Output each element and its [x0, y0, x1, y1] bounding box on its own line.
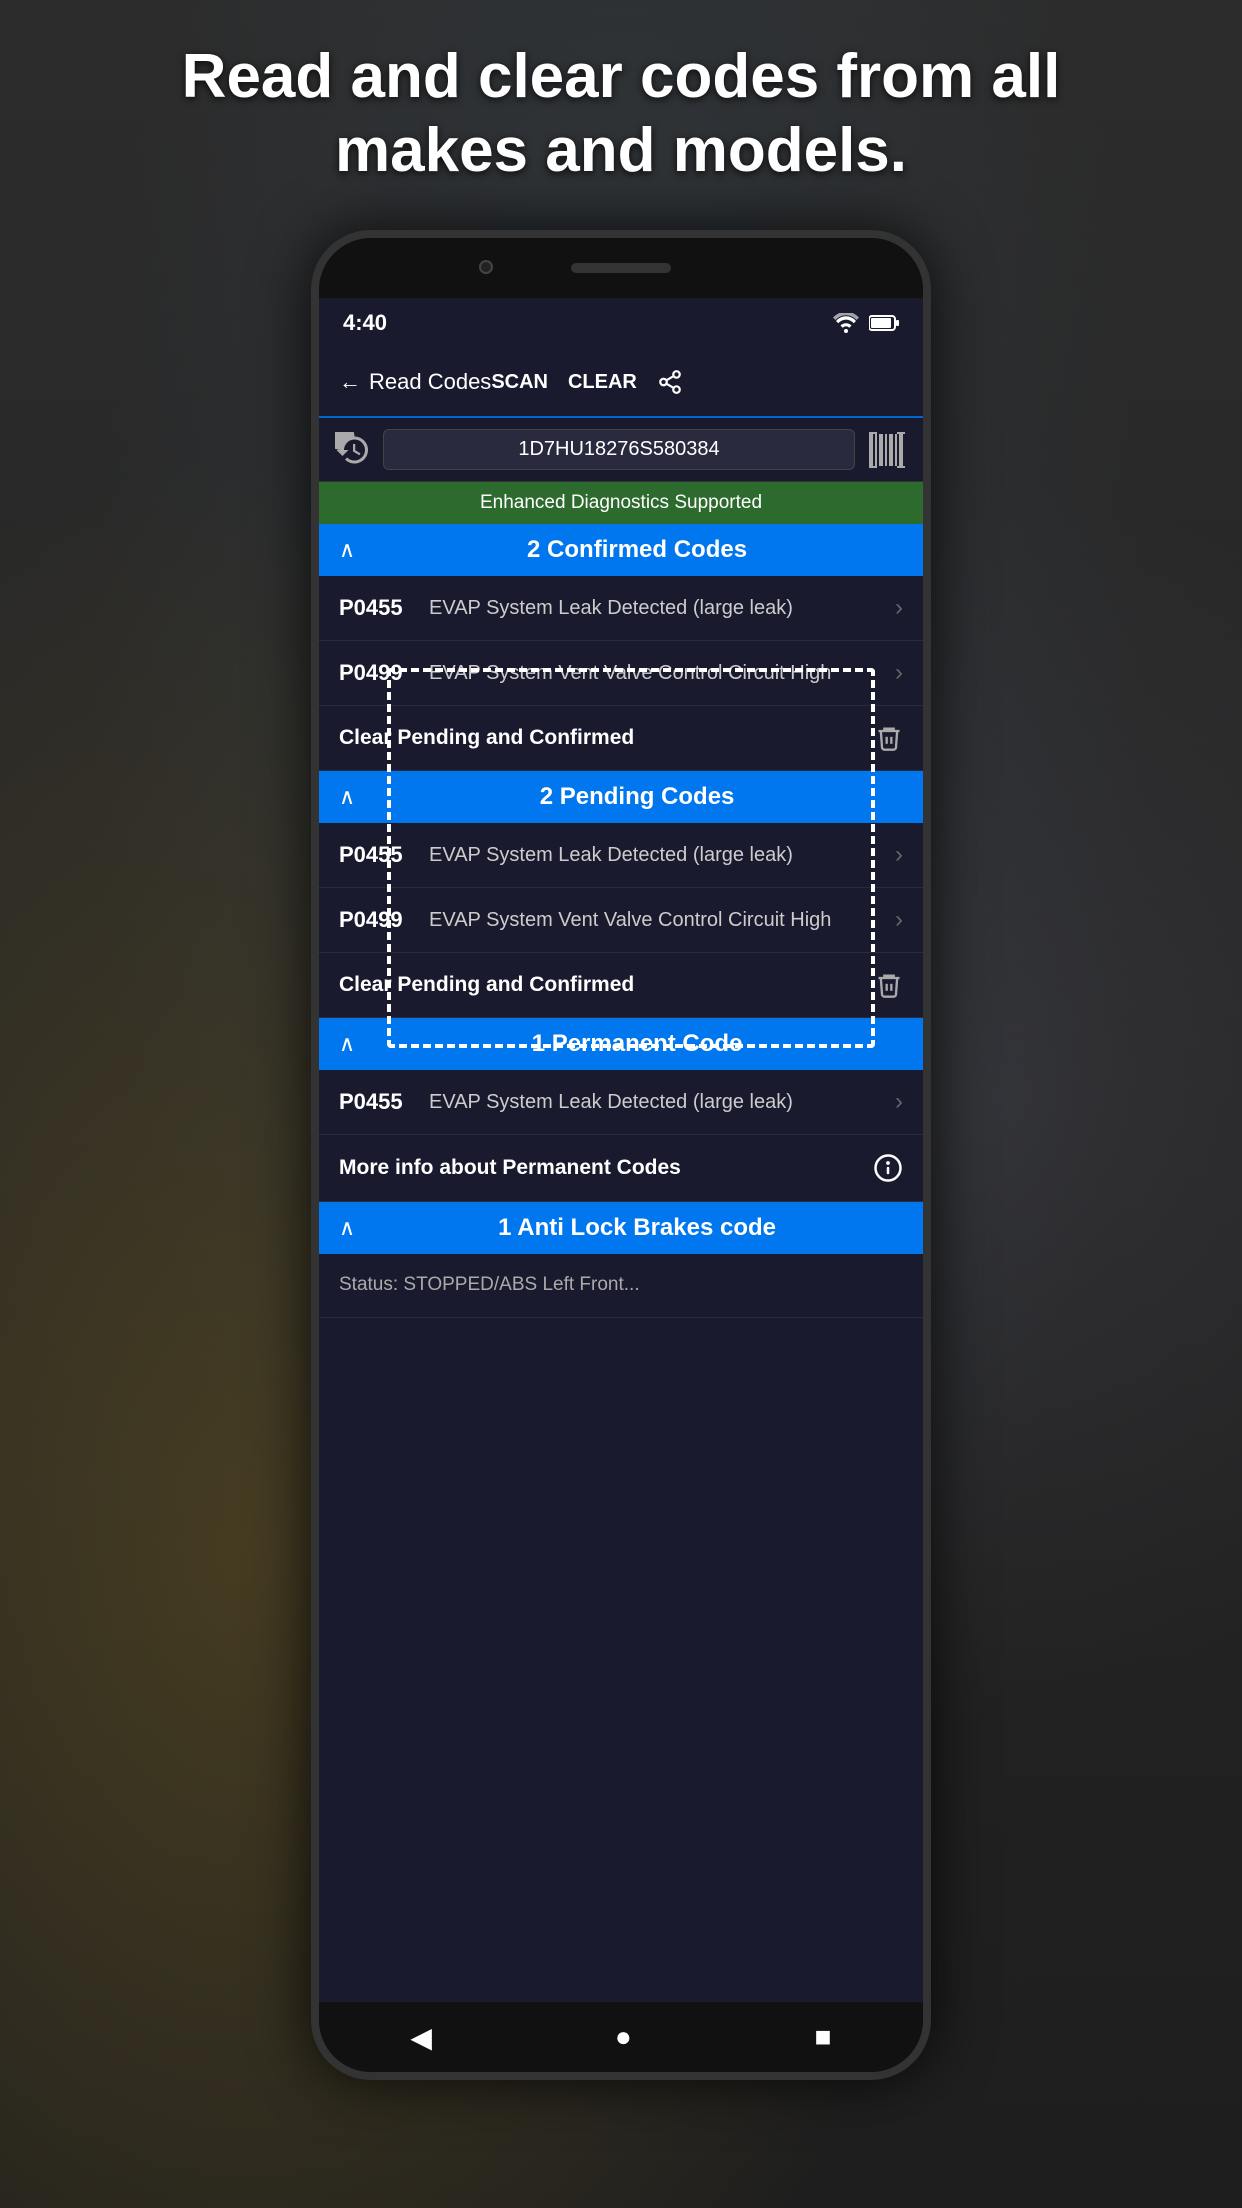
permanent-code-desc-0: EVAP System Leak Detected (large leak) [429, 1088, 885, 1116]
pending-chevron-icon: ∧ [339, 784, 355, 810]
permanent-code-id-0: P0455 [339, 1089, 429, 1115]
pending-code-desc-0: EVAP System Leak Detected (large leak) [429, 841, 885, 869]
battery-icon [869, 314, 899, 332]
status-right [833, 313, 899, 333]
clear-button[interactable]: CLEAR [568, 371, 637, 394]
confirmed-code-row-1[interactable]: P0499 EVAP System Vent Valve Control Cir… [319, 641, 923, 706]
pending-code-id-0: P0455 [339, 842, 429, 868]
pending-code-row-0[interactable]: P0455 EVAP System Leak Detected (large l… [319, 823, 923, 888]
permanent-info-row[interactable]: More info about Permanent Codes [319, 1135, 923, 1202]
app-header: ← Read Codes SCAN CLEAR [319, 348, 923, 418]
confirmed-codes-label: 2 Confirmed Codes [371, 536, 903, 564]
pending-clear-label: Clear Pending and Confirmed [339, 973, 634, 997]
phone-speaker [571, 263, 671, 273]
back-icon: ← [339, 369, 361, 395]
permanent-code-arrow-0: › [885, 1088, 903, 1116]
nav-home-button[interactable]: ● [595, 2011, 652, 2063]
phone-camera [479, 260, 493, 274]
scan-button[interactable]: SCAN [491, 371, 548, 394]
abs-codes-header[interactable]: ∧ 1 Anti Lock Brakes code [319, 1202, 923, 1254]
confirmed-code-desc-1: EVAP System Vent Valve Control Circuit H… [429, 659, 885, 687]
pending-code-arrow-1: › [885, 906, 903, 934]
nav-back-button[interactable]: ◀ [390, 2011, 452, 2064]
nav-recents-button[interactable]: ■ [795, 2011, 852, 2063]
header-actions: SCAN CLEAR [491, 369, 683, 395]
pending-code-id-1: P0499 [339, 907, 429, 933]
phone-frame: 4:40 ← Read Codes SCAN CLEAR [311, 230, 931, 2080]
pending-code-arrow-0: › [885, 841, 903, 869]
scroll-content[interactable]: Enhanced Diagnostics Supported ∧ 2 Confi… [319, 482, 923, 2002]
status-time: 4:40 [343, 310, 387, 336]
barcode-icon[interactable] [867, 432, 907, 468]
confirmed-code-id-0: P0455 [339, 595, 429, 621]
abs-partial-desc: Status: STOPPED/ABS Left Front... [339, 1272, 903, 1299]
confirmed-code-row-0[interactable]: P0455 EVAP System Leak Detected (large l… [319, 576, 923, 641]
pending-codes-header[interactable]: ∧ 2 Pending Codes [319, 771, 923, 823]
confirmed-chevron-icon: ∧ [339, 537, 355, 563]
wifi-icon [833, 313, 859, 333]
confirmed-codes-header[interactable]: ∧ 2 Confirmed Codes [319, 524, 923, 576]
nav-bar: ◀ ● ■ [319, 2002, 923, 2072]
pending-clear-row[interactable]: Clear Pending and Confirmed [319, 953, 923, 1018]
pending-codes-label: 2 Pending Codes [371, 783, 903, 811]
promo-title: Read and clear codes from all makes and … [0, 40, 1242, 189]
confirmed-clear-row[interactable]: Clear Pending and Confirmed [319, 706, 923, 771]
confirmed-code-desc-0: EVAP System Leak Detected (large leak) [429, 594, 885, 622]
confirmed-trash-icon[interactable] [875, 724, 903, 752]
confirmed-clear-label: Clear Pending and Confirmed [339, 726, 634, 750]
vin-input[interactable]: 1D7HU18276S580384 [383, 429, 855, 470]
info-icon[interactable] [873, 1153, 903, 1183]
header-title: Read Codes [369, 369, 491, 395]
abs-chevron-icon: ∧ [339, 1215, 355, 1241]
permanent-info-label: More info about Permanent Codes [339, 1156, 681, 1180]
abs-codes-label: 1 Anti Lock Brakes code [371, 1214, 903, 1242]
permanent-chevron-icon: ∧ [339, 1031, 355, 1057]
status-bar: 4:40 [319, 298, 923, 348]
pending-code-row-1[interactable]: P0499 EVAP System Vent Valve Control Cir… [319, 888, 923, 953]
history-icon[interactable] [335, 432, 371, 468]
confirmed-code-arrow-0: › [885, 594, 903, 622]
pending-code-desc-1: EVAP System Vent Valve Control Circuit H… [429, 906, 885, 934]
confirmed-code-id-1: P0499 [339, 660, 429, 686]
share-icon[interactable] [657, 369, 683, 395]
vin-bar: 1D7HU18276S580384 [319, 418, 923, 482]
back-button[interactable]: ← Read Codes [339, 369, 491, 395]
enhanced-diagnostics-badge: Enhanced Diagnostics Supported [319, 482, 923, 524]
permanent-codes-label: 1 Permanent Code [371, 1030, 903, 1058]
phone-notch [319, 238, 923, 298]
confirmed-code-arrow-1: › [885, 659, 903, 687]
permanent-code-row-0[interactable]: P0455 EVAP System Leak Detected (large l… [319, 1070, 923, 1135]
permanent-codes-header[interactable]: ∧ 1 Permanent Code [319, 1018, 923, 1070]
abs-partial-row[interactable]: Status: STOPPED/ABS Left Front... [319, 1254, 923, 1318]
pending-trash-icon[interactable] [875, 971, 903, 999]
